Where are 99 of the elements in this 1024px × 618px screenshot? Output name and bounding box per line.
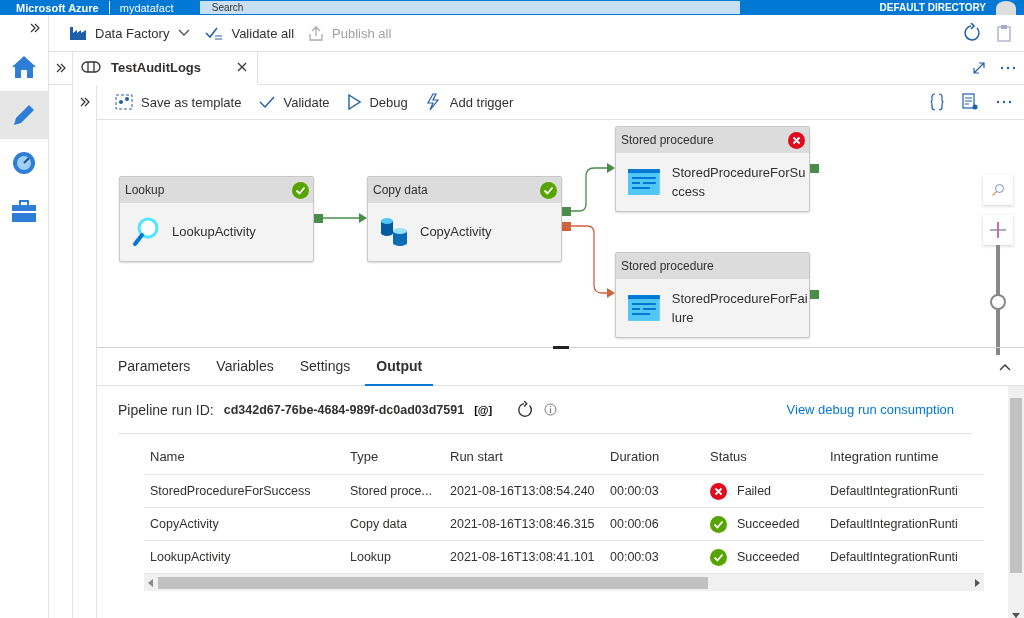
factory-button[interactable]: Data Factory (69, 25, 192, 41)
zoom-in-button[interactable] (983, 215, 1013, 245)
brand-name: Microsoft Azure (16, 1, 99, 14)
copy-button[interactable]: [@] (474, 403, 493, 416)
directory-name: DEFAULT DIRECTORY (879, 2, 986, 13)
column-header[interactable]: Name (150, 448, 350, 464)
table-cell-text: 00:00:03 (610, 550, 660, 564)
column-header[interactable]: Type (350, 448, 450, 464)
expand-icon[interactable] (55, 63, 66, 73)
activity-name: StoredProcedureForSuccess (671, 163, 807, 201)
table-cell-text: Copy data (350, 517, 408, 531)
status-text: Failed (737, 484, 772, 498)
pipeline-tab[interactable]: TestAuditLogs (73, 51, 258, 85)
maximize-icon[interactable] (972, 61, 986, 75)
scroll-left-icon[interactable] (148, 578, 154, 587)
factory-icon (69, 25, 87, 41)
activity-type: Copy data (373, 183, 428, 197)
panel-tab[interactable]: Variables (205, 347, 285, 386)
checklist-icon (205, 25, 224, 41)
table-cell-text: 00:00:03 (610, 484, 660, 498)
activity-name: StoredProcedureForFailure (671, 289, 809, 327)
zoom-slider[interactable] (990, 245, 1006, 355)
pipeline-icon (81, 60, 101, 74)
database-icon (380, 216, 408, 247)
activity-node[interactable]: Copy data CopyActivity (367, 176, 562, 262)
add-trigger-button[interactable]: Add trigger (425, 93, 514, 111)
activity-name: CopyActivity (420, 223, 493, 241)
expand-icon[interactable] (79, 97, 90, 107)
debug-button[interactable]: Debug (347, 94, 408, 110)
code-icon[interactable] (930, 93, 944, 111)
panel-tab[interactable]: Parameters (107, 347, 202, 386)
activity-type: Stored procedure (621, 133, 714, 147)
vertical-scrollbar[interactable] (1008, 386, 1024, 618)
activity-type: Lookup (125, 183, 165, 197)
connector-arrow (320, 213, 367, 223)
search-icon (991, 183, 1005, 197)
table-cell-text: Lookup (350, 550, 392, 564)
search-field[interactable]: Search (199, 1, 740, 14)
validate-button[interactable]: Validate (259, 94, 330, 110)
scroll-right-icon[interactable] (974, 578, 980, 587)
table-cell-text: StoredProcedureForSuccess (150, 484, 312, 498)
properties-icon[interactable] (962, 93, 978, 111)
activity-node[interactable]: Stored procedure StoredProcedureForSuccess (615, 126, 810, 212)
tab-label: TestAuditLogs (111, 59, 203, 75)
more-icon[interactable] (1000, 66, 1016, 70)
validate-all-button[interactable]: Validate all (205, 25, 295, 41)
table-cell-text: 2021-08-16T13:08:46.315 (450, 517, 596, 531)
close-icon[interactable] (237, 62, 247, 72)
table-cell-text: CopyActivity (150, 517, 220, 531)
factory-name[interactable]: mydatafact (119, 1, 190, 14)
table-cell-text: 2021-08-16T13:08:41.101 (450, 550, 596, 564)
lightning-icon (425, 93, 442, 111)
column-header[interactable]: Integration runtime (830, 448, 965, 464)
panel-tab[interactable]: Output (365, 347, 434, 386)
column-header[interactable]: Duration (610, 448, 710, 464)
document-icon (628, 168, 660, 195)
panel-tab[interactable]: Settings (288, 347, 362, 386)
slider-thumb[interactable] (990, 293, 1006, 310)
chevron-down-icon (177, 28, 192, 38)
horizontal-scrollbar[interactable] (144, 574, 984, 591)
clipboard-icon[interactable] (996, 24, 1012, 42)
pencil-icon (11, 102, 37, 128)
column-header[interactable]: Status (710, 448, 830, 464)
refresh-icon[interactable] (516, 400, 535, 419)
column-header[interactable]: Run start (450, 448, 610, 464)
status-text: Succeeded (737, 550, 800, 564)
refresh-icon[interactable] (962, 23, 982, 43)
upload-icon (308, 25, 325, 41)
activity-node[interactable]: Lookup LookupActivity (119, 176, 314, 262)
table-cell-text: DefaultIntegrationRunti (830, 484, 959, 498)
table-cell-text: 00:00:06 (610, 517, 660, 531)
scroll-down-icon[interactable] (1012, 612, 1020, 618)
table-cell-text: DefaultIntegrationRunti (830, 517, 959, 531)
expand-icon[interactable] (30, 23, 40, 33)
table-cell-text: LookupActivity (150, 550, 232, 564)
plus-icon (989, 221, 1007, 239)
table-cell-text: DefaultIntegrationRunti (830, 550, 959, 564)
activity-node[interactable]: Stored procedure StoredProcedureForFailure (615, 252, 810, 338)
checkmark-icon (259, 95, 276, 109)
consumption-link[interactable]: View debug run consumption (786, 402, 954, 417)
status-text: Succeeded (737, 517, 800, 531)
run-id: cd342d67-76be-4684-989f-dc0ad03d7591 (223, 402, 465, 417)
nav-item[interactable] (0, 91, 48, 139)
activity-name: LookupActivity (172, 223, 257, 241)
document-icon (628, 294, 660, 321)
gauge-icon (11, 150, 37, 176)
info-icon[interactable] (544, 403, 558, 416)
magnifier-icon (132, 215, 160, 248)
avatar-icon[interactable] (996, 0, 1016, 15)
run-id-label: Pipeline run ID: (118, 401, 214, 418)
activity-type: Stored procedure (621, 259, 714, 273)
more-icon[interactable] (996, 100, 1012, 104)
home-icon (11, 55, 37, 79)
play-icon (347, 94, 362, 110)
table-cell-text: Stored proce... (350, 484, 433, 498)
toolbox-icon (11, 199, 37, 223)
template-icon (115, 94, 133, 110)
save-template-button[interactable]: Save as template (115, 94, 242, 110)
table-cell-text: 2021-08-16T13:08:54.240 (450, 484, 596, 498)
